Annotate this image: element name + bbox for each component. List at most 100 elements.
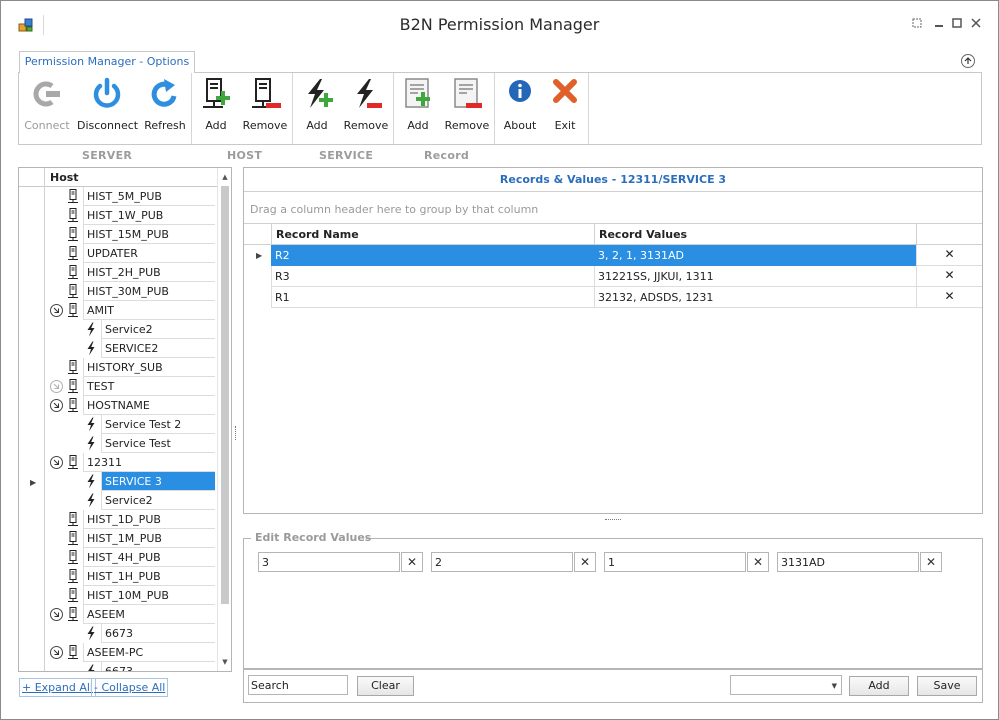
column-record-name[interactable]: Record Name <box>271 224 595 245</box>
tree-row[interactable]: TEST <box>19 377 217 396</box>
host-icon <box>67 531 79 546</box>
record-values-cell[interactable]: 31221SS, JJKUI, 1311 <box>594 266 917 287</box>
remove-service-button[interactable]: Remove <box>341 77 391 137</box>
record-values-cell[interactable]: 32132, ADSDS, 1231 <box>594 287 917 308</box>
tree-row[interactable]: HOSTNAME <box>19 396 217 415</box>
tree-row[interactable]: AMIT <box>19 301 217 320</box>
tree-row[interactable]: Service2 <box>19 491 217 510</box>
group-label-server: SERVER <box>82 149 133 162</box>
clear-field-2-icon[interactable]: ✕ <box>574 552 596 572</box>
add-service-button[interactable]: Add <box>297 77 337 137</box>
tree-row[interactable]: HIST_1D_PUB <box>19 510 217 529</box>
tree-row[interactable]: HIST_1M_PUB <box>19 529 217 548</box>
host-tree: Host HIST_5M_PUB HIST_1W_PUB HIST_15M_PUB U… <box>18 167 232 672</box>
service-icon <box>85 626 97 641</box>
save-button[interactable]: Save <box>917 676 977 696</box>
tree-row[interactable]: HIST_15M_PUB <box>19 225 217 244</box>
tree-row[interactable]: HIST_5M_PUB <box>19 187 217 206</box>
add-host-button[interactable]: Add <box>196 77 236 137</box>
edit-value-field-3[interactable]: 1 <box>604 552 746 572</box>
tree-row[interactable]: ASEEM <box>19 605 217 624</box>
tree-row[interactable]: Service Test <box>19 434 217 453</box>
vertical-splitter[interactable] <box>235 426 238 440</box>
delete-record-icon[interactable]: ✕ <box>916 287 982 308</box>
record-combo[interactable]: ▼ <box>730 675 842 695</box>
table-row[interactable]: R1 32132, ADSDS, 1231 ✕ <box>244 287 982 308</box>
record-name-cell[interactable]: R3 <box>271 266 595 287</box>
expander-icon[interactable] <box>50 456 63 469</box>
horizontal-splitter[interactable] <box>605 519 621 521</box>
tree-row[interactable]: HIST_1H_PUB <box>19 567 217 586</box>
connect-button[interactable]: Connect <box>21 77 73 137</box>
clear-field-3-icon[interactable]: ✕ <box>747 552 769 572</box>
tree-row-label: 12311 <box>83 453 215 472</box>
tree-row[interactable]: HIST_30M_PUB <box>19 282 217 301</box>
edit-value-field-1[interactable]: 3 <box>258 552 400 572</box>
expander-icon[interactable] <box>50 304 63 317</box>
add-button[interactable]: Add <box>849 676 909 696</box>
add-record-button[interactable]: Add <box>398 77 438 137</box>
scroll-up-icon[interactable]: ▲ <box>218 170 231 184</box>
tree-header-indicator <box>19 168 45 187</box>
tree-row[interactable]: SERVICE2 <box>19 339 217 358</box>
tree-header-host[interactable]: Host <box>50 171 79 184</box>
group-label-record: Record <box>424 149 470 162</box>
record-name-cell[interactable]: R1 <box>271 287 595 308</box>
edit-value-field-4[interactable]: 3131AD <box>777 552 919 572</box>
delete-record-icon[interactable]: ✕ <box>916 245 982 266</box>
expand-all-button[interactable]: + Expand All <box>19 678 96 697</box>
search-input[interactable]: Search <box>248 675 348 695</box>
host-icon <box>67 246 79 261</box>
scroll-down-icon[interactable]: ▼ <box>218 655 231 669</box>
edit-value-field-2[interactable]: 2 <box>431 552 573 572</box>
tree-row[interactable]: HIST_4H_PUB <box>19 548 217 567</box>
tree-row[interactable]: HIST_2H_PUB <box>19 263 217 282</box>
disconnect-button[interactable]: Disconnect <box>77 77 138 137</box>
expander-icon[interactable] <box>50 646 63 659</box>
tree-row[interactable]: UPDATER <box>19 244 217 263</box>
tree-row[interactable]: ASEEM-PC <box>19 643 217 662</box>
minimize-icon[interactable] <box>932 17 946 31</box>
chevron-down-icon[interactable]: ▼ <box>832 682 837 690</box>
tree-row[interactable]: Service Test 2 <box>19 415 217 434</box>
record-name-cell[interactable]: R2 <box>271 245 595 266</box>
remove-host-button[interactable]: Remove <box>240 77 290 137</box>
restore-icon[interactable] <box>910 17 924 31</box>
tree-row[interactable]: 6673 <box>19 624 217 643</box>
exit-button[interactable]: Exit <box>545 77 585 137</box>
tree-row[interactable]: 6673 <box>19 662 217 671</box>
remove-record-button[interactable]: Remove <box>442 77 492 137</box>
tree-row[interactable]: HIST_1W_PUB <box>19 206 217 225</box>
window-title: B2N Permission Manager <box>399 15 600 34</box>
tree-row[interactable]: 12311 <box>19 453 217 472</box>
expander-icon[interactable] <box>50 608 63 621</box>
tree-row-label: UPDATER <box>83 244 215 263</box>
table-row[interactable]: ▶ R2 3, 2, 1, 3131AD ✕ <box>244 245 982 266</box>
clear-field-1-icon[interactable]: ✕ <box>401 552 423 572</box>
clear-button[interactable]: Clear <box>357 676 414 696</box>
column-record-values[interactable]: Record Values <box>594 224 917 245</box>
tree-row-label: TEST <box>83 377 215 396</box>
about-button[interactable]: About <box>499 77 541 137</box>
tree-row[interactable]: HIST_10M_PUB <box>19 586 217 605</box>
tree-row[interactable]: HISTORY_SUB <box>19 358 217 377</box>
maximize-icon[interactable] <box>950 17 964 31</box>
close-icon[interactable] <box>969 17 983 31</box>
delete-record-icon[interactable]: ✕ <box>916 266 982 287</box>
tree-scrollbar[interactable]: ▲ ▼ <box>217 168 231 671</box>
ribbon-tab-options[interactable]: Permission Manager - Options <box>19 51 195 73</box>
expander-icon[interactable] <box>50 399 63 412</box>
scroll-thumb[interactable] <box>221 186 229 604</box>
expander-icon[interactable] <box>50 380 63 393</box>
table-row[interactable]: R3 31221SS, JJKUI, 1311 ✕ <box>244 266 982 287</box>
record-values-cell[interactable]: 3, 2, 1, 3131AD <box>594 245 917 266</box>
tree-row-label: HIST_2H_PUB <box>83 263 215 282</box>
clear-field-4-icon[interactable]: ✕ <box>920 552 942 572</box>
tree-row[interactable]: Service2 <box>19 320 217 339</box>
tree-row-label: HIST_15M_PUB <box>83 225 215 244</box>
refresh-button[interactable]: Refresh <box>140 77 190 137</box>
group-by-hint[interactable]: Drag a column header here to group by th… <box>250 203 538 216</box>
ribbon-collapse-icon[interactable] <box>961 54 975 68</box>
collapse-all-button[interactable]: - Collapse All <box>91 678 169 697</box>
tree-row[interactable]: SERVICE 3 <box>19 472 217 491</box>
